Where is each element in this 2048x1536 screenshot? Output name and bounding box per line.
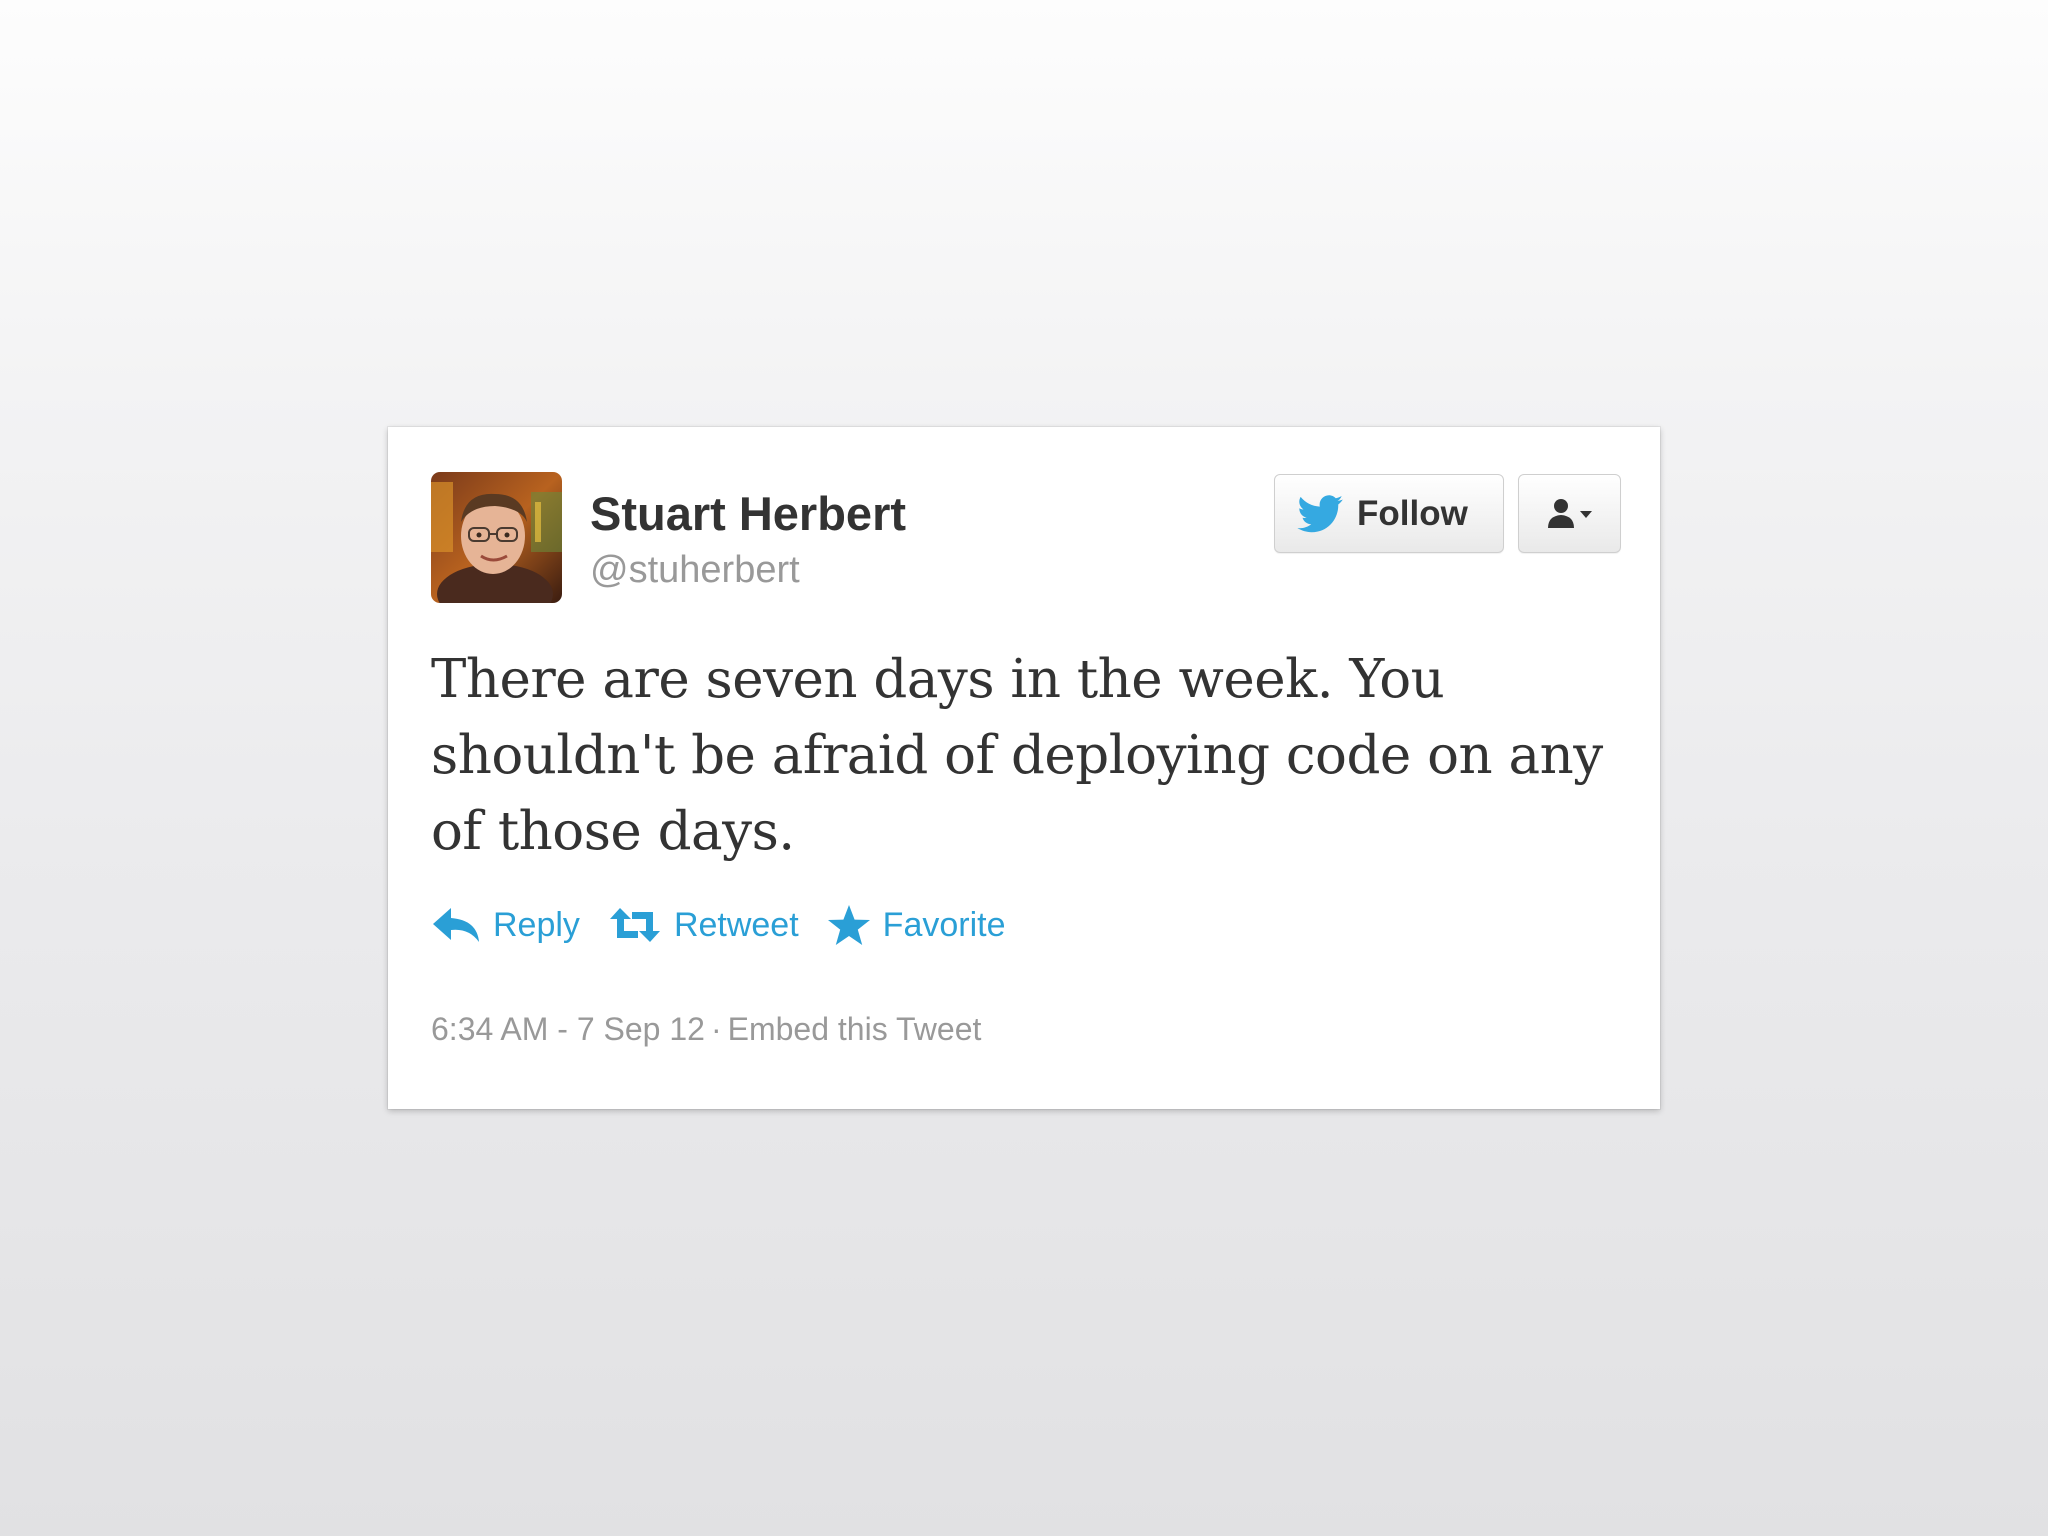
favorite-action[interactable]: Favorite [827,904,1006,946]
author-screen-name[interactable]: @stuherbert [590,551,800,589]
twitter-bird-icon [1297,494,1343,532]
author-display-name[interactable]: Stuart Herbert [590,490,906,537]
tweet-footer: 6:34 AM - 7 Sep 12 · Embed this Tweet [431,1013,981,1045]
footer-separator: · [710,1011,722,1047]
embedded-tweet-card: Stuart Herbert @stuherbert Follow There … [388,427,1660,1109]
follow-button-label: Follow [1357,494,1468,533]
user-dropdown-icon [1547,498,1592,528]
tweet-text: There are seven days in the week. You sh… [431,649,1603,862]
follow-button[interactable]: Follow [1274,474,1504,553]
reply-arrow-icon [433,908,479,942]
tweet-actions: Reply Retweet Favorite [431,900,1034,950]
reply-label: Reply [493,906,580,944]
favorite-label: Favorite [882,906,1006,944]
retweet-action[interactable]: Retweet [608,906,799,944]
retweet-icon [609,908,660,942]
reply-action[interactable]: Reply [431,906,580,944]
avatar[interactable] [431,472,562,603]
avatar-image [431,472,562,603]
star-icon [827,905,870,945]
tweet-timestamp[interactable]: 6:34 AM - 7 Sep 12 [431,1011,705,1047]
embed-tweet-link[interactable]: Embed this Tweet [728,1011,982,1047]
user-menu-button[interactable] [1518,474,1621,553]
retweet-label: Retweet [673,906,799,944]
